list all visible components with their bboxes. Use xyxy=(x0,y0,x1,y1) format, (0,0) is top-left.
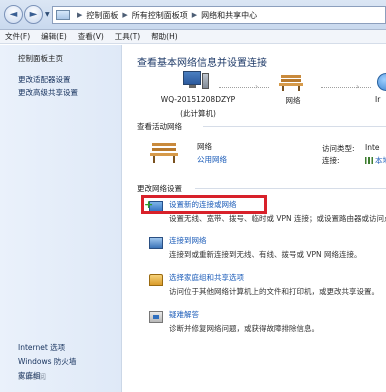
network-node-label[interactable]: 网络 xyxy=(273,95,313,106)
task-connect-network-link[interactable]: 连接到网络 xyxy=(169,235,207,246)
network-type-link[interactable]: 公用网络 xyxy=(197,154,227,165)
task-homegroup-desc: 访问位于其他网络计算机上的文件和打印机，或更改共享设置。 xyxy=(169,287,379,296)
network-bench-icon xyxy=(150,143,178,163)
task-troubleshoot[interactable]: 疑难解答 诊断并修复网络问题，或获得故障排除信息。 xyxy=(123,309,386,337)
menu-edit[interactable]: 编辑(E) xyxy=(36,31,73,42)
highlight-box xyxy=(141,195,267,214)
access-type-label: 访问类型: xyxy=(322,144,355,153)
network-bench-icon xyxy=(279,75,303,91)
crumb-all-items[interactable]: 所有控制面板项 xyxy=(132,10,188,21)
computer-sublabel: (此计算机) xyxy=(180,109,216,118)
connection-value[interactable]: 本地 xyxy=(375,156,386,165)
task-homegroup[interactable]: 选择家庭组和共享选项 访问位于其他网络计算机上的文件和打印机，或更改共享设置。 xyxy=(123,272,386,300)
chevron-right-icon[interactable]: ▶ xyxy=(192,11,197,19)
connect-network-icon xyxy=(149,237,163,249)
internet-globe-icon xyxy=(377,73,386,91)
task-troubleshoot-desc: 诊断并修复网络问题，或获得故障排除信息。 xyxy=(169,324,319,333)
sidebar-windows-firewall[interactable]: Windows 防火墙 xyxy=(18,356,76,367)
menu-bar: 文件(F) 编辑(E) 查看(V) 工具(T) 帮助(H) xyxy=(0,30,386,44)
divider xyxy=(195,188,386,189)
signal-bars-icon xyxy=(365,157,373,164)
back-arrow-icon: ◄ xyxy=(9,9,18,20)
connection-line xyxy=(321,87,371,88)
change-settings-heading: 更改网络设置 xyxy=(137,184,182,193)
connection-link[interactable]: 本地 xyxy=(365,155,386,166)
crumb-control-panel[interactable]: 控制面板 xyxy=(86,10,118,21)
menu-tools[interactable]: 工具(T) xyxy=(110,31,146,42)
active-network-panel: 网络 公用网络 访问类型: Inte 连接: 本地 xyxy=(137,135,386,177)
computer-icon xyxy=(183,71,209,91)
task-new-connection-desc: 设置无线、宽带、拨号、临时或 VPN 连接；或设置路由器或访问点。 xyxy=(169,214,386,223)
sidebar-change-adapter-settings[interactable]: 更改适配器设置 xyxy=(18,74,71,85)
crumb-network-center[interactable]: 网络和共享中心 xyxy=(201,10,257,21)
back-button[interactable]: ◄ xyxy=(4,5,23,24)
main-panel: 查看基本网络信息并设置连接 › › WQ-20151208DZYP (此计算机)… xyxy=(123,45,386,392)
divider xyxy=(203,126,386,127)
menu-view[interactable]: 查看(V) xyxy=(73,31,110,42)
sidebar: 控制面板主页 更改适配器设置 更改高级共享设置 另请参阅 xyxy=(0,45,122,392)
task-troubleshoot-link[interactable]: 疑难解答 xyxy=(169,309,199,320)
chevron-right-icon[interactable]: ▶ xyxy=(122,11,127,19)
connection-label: 连接: xyxy=(322,156,340,165)
chevron-right-icon[interactable]: ▶ xyxy=(77,11,82,19)
homegroup-icon xyxy=(149,274,163,286)
address-bar: ◄ ► ▼ ▶ 控制面板 ▶ 所有控制面板项 ▶ 网络和共享中心 xyxy=(0,0,386,30)
forward-arrow-icon: ► xyxy=(29,9,38,20)
sidebar-control-panel-home[interactable]: 控制面板主页 xyxy=(18,53,63,64)
sidebar-homegroup[interactable]: 家庭组 xyxy=(18,370,41,381)
menu-help[interactable]: 帮助(H) xyxy=(146,31,184,42)
history-dropdown-icon[interactable]: ▼ xyxy=(45,11,50,18)
computer-name[interactable]: WQ-20151208DZYP xyxy=(143,95,253,104)
forward-button[interactable]: ► xyxy=(24,5,43,24)
menu-file[interactable]: 文件(F) xyxy=(0,31,36,42)
sidebar-internet-options[interactable]: Internet 选项 xyxy=(18,342,65,353)
troubleshoot-icon xyxy=(149,311,163,323)
control-panel-icon xyxy=(56,10,70,20)
active-networks-heading: 查看活动网络 xyxy=(137,122,182,131)
chevron-right-icon: › xyxy=(255,82,259,91)
task-connect-network-desc: 连接到或重新连接到无线、有线、拨号或 VPN 网络连接。 xyxy=(169,250,362,259)
connection-line xyxy=(219,87,269,88)
task-connect-network[interactable]: 连接到网络 连接到或重新连接到无线、有线、拨号或 VPN 网络连接。 xyxy=(123,235,386,263)
sidebar-change-advanced-sharing[interactable]: 更改高级共享设置 xyxy=(18,87,78,98)
task-homegroup-link[interactable]: 选择家庭组和共享选项 xyxy=(169,272,244,283)
breadcrumb[interactable]: ▶ 控制面板 ▶ 所有控制面板项 ▶ 网络和共享中心 xyxy=(52,6,386,24)
access-type-value: Inte xyxy=(365,143,380,152)
internet-node-label[interactable]: Ir xyxy=(375,95,386,104)
active-network-name: 网络 xyxy=(197,142,212,151)
chevron-right-icon: › xyxy=(356,82,360,91)
